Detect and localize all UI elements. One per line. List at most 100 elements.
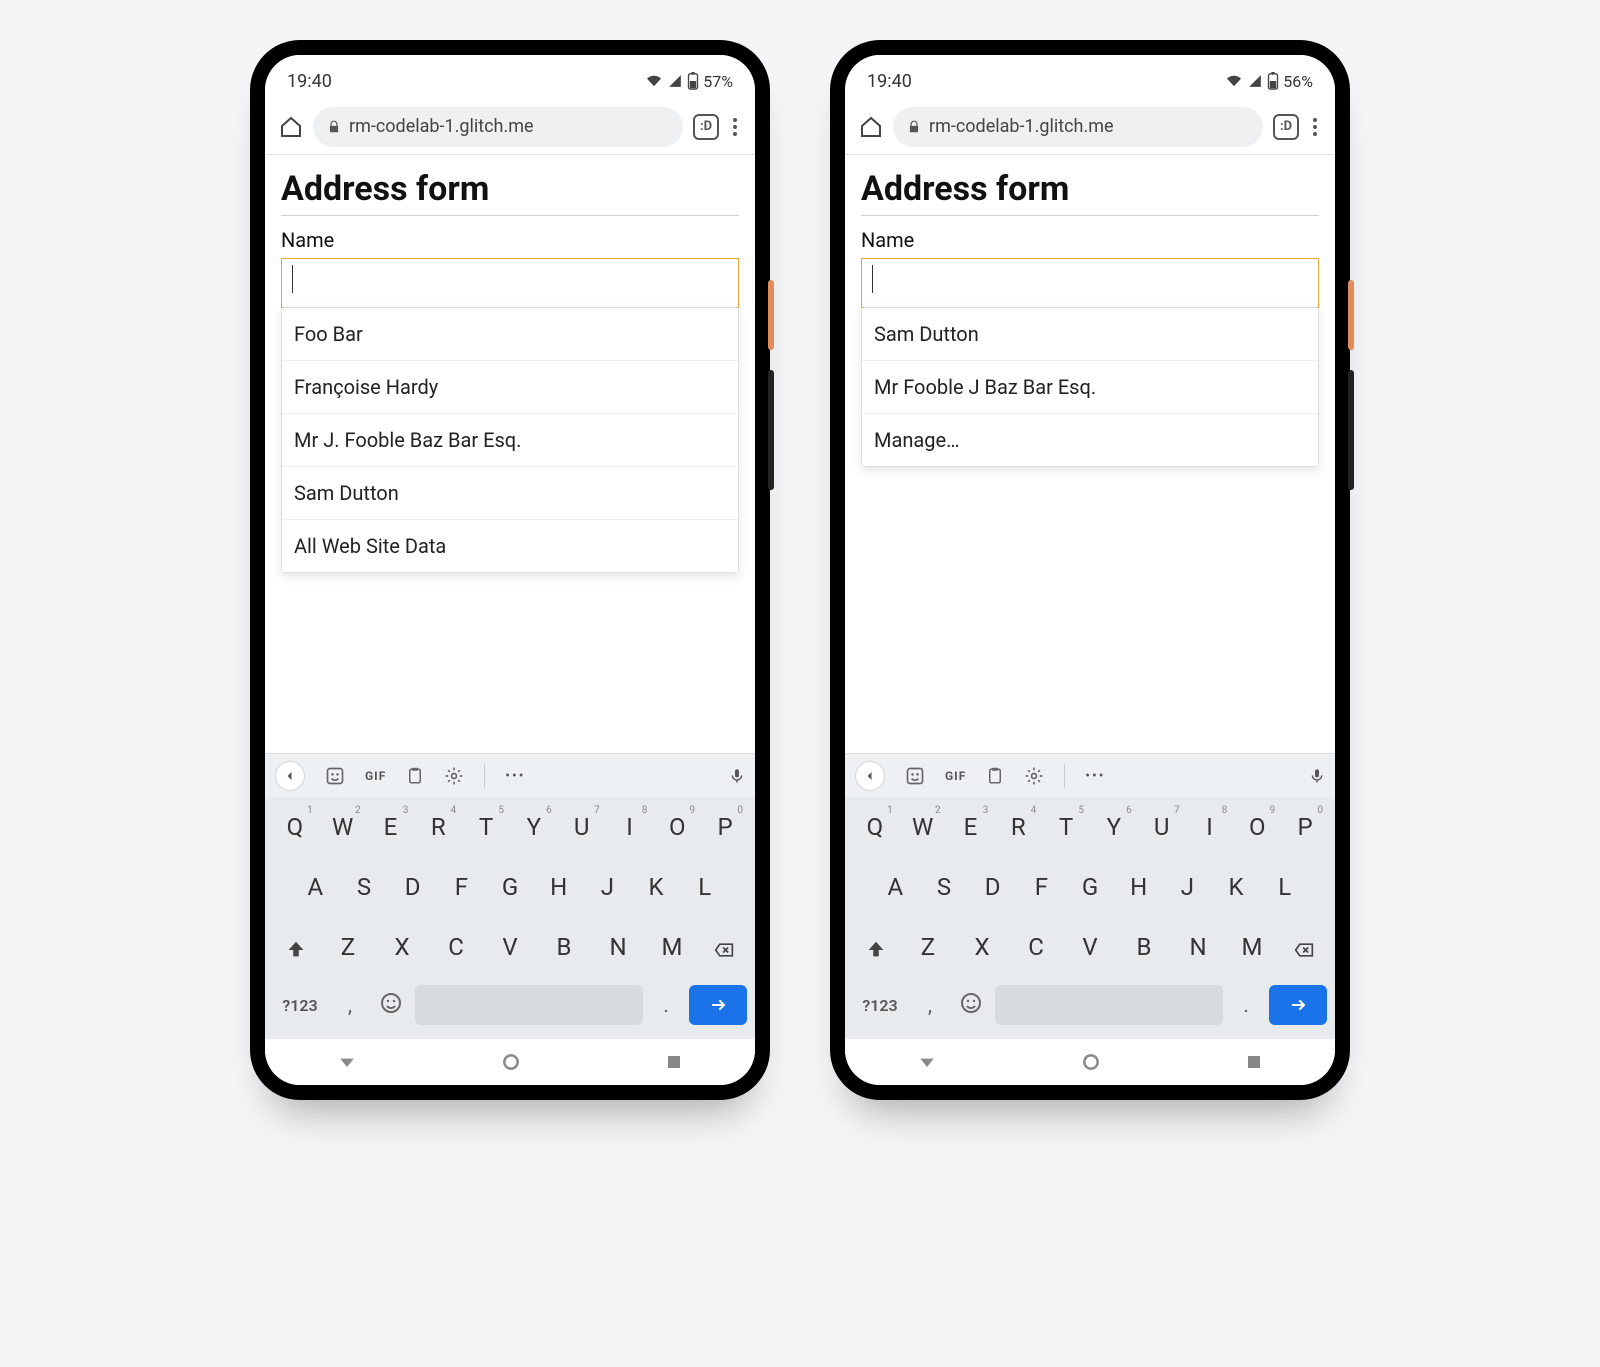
gif-button[interactable]: GIF: [365, 769, 386, 783]
recent-nav-icon[interactable]: [665, 1053, 683, 1071]
menu-icon[interactable]: [729, 114, 741, 140]
key-v[interactable]: V: [1063, 923, 1117, 977]
key-c[interactable]: C: [1009, 923, 1063, 977]
more-icon[interactable]: •••: [1085, 768, 1105, 784]
autofill-option[interactable]: Sam Dutton: [862, 308, 1318, 361]
key-i[interactable]: I8: [606, 803, 654, 857]
volume-button[interactable]: [768, 370, 774, 490]
key-b[interactable]: B: [1117, 923, 1171, 977]
clipboard-icon[interactable]: [406, 766, 424, 786]
key-k[interactable]: K: [1212, 863, 1261, 917]
sticker-icon[interactable]: [905, 766, 925, 786]
url-bar[interactable]: rm-codelab-1.glitch.me: [313, 107, 683, 147]
key-y[interactable]: Y6: [510, 803, 558, 857]
key-m[interactable]: M: [645, 923, 699, 977]
collapse-icon[interactable]: [855, 761, 885, 791]
shift-key[interactable]: [271, 939, 321, 961]
symbols-key[interactable]: ?123: [853, 984, 907, 1027]
mic-icon[interactable]: [1309, 766, 1325, 786]
recent-nav-icon[interactable]: [1245, 1053, 1263, 1071]
power-button[interactable]: [768, 280, 774, 350]
key-n[interactable]: N: [591, 923, 645, 977]
key-c[interactable]: C: [429, 923, 483, 977]
gear-icon[interactable]: [444, 766, 464, 786]
key-a[interactable]: A: [871, 863, 920, 917]
key-u[interactable]: U7: [1138, 803, 1186, 857]
comma-key[interactable]: ,: [333, 981, 367, 1029]
key-w[interactable]: W2: [319, 803, 367, 857]
sticker-icon[interactable]: [325, 766, 345, 786]
autofill-option[interactable]: Sam Dutton: [282, 467, 738, 520]
key-d[interactable]: D: [968, 863, 1017, 917]
key-g[interactable]: G: [486, 863, 535, 917]
autofill-option[interactable]: Françoise Hardy: [282, 361, 738, 414]
key-g[interactable]: G: [1066, 863, 1115, 917]
backspace-key[interactable]: [699, 940, 749, 960]
period-key[interactable]: .: [649, 981, 683, 1029]
symbols-key[interactable]: ?123: [273, 984, 327, 1027]
tabs-button[interactable]: :D: [693, 114, 719, 140]
shift-key[interactable]: [851, 939, 901, 961]
key-f[interactable]: F: [1017, 863, 1066, 917]
key-v[interactable]: V: [483, 923, 537, 977]
autofill-option[interactable]: Foo Bar: [282, 308, 738, 361]
emoji-key[interactable]: [373, 991, 409, 1019]
key-z[interactable]: Z: [321, 923, 375, 977]
mic-icon[interactable]: [729, 766, 745, 786]
key-i[interactable]: I8: [1186, 803, 1234, 857]
home-nav-icon[interactable]: [1081, 1052, 1101, 1072]
collapse-icon[interactable]: [275, 761, 305, 791]
key-n[interactable]: N: [1171, 923, 1225, 977]
name-input[interactable]: [861, 258, 1319, 308]
key-q[interactable]: Q1: [271, 803, 319, 857]
enter-key[interactable]: [689, 985, 747, 1025]
menu-icon[interactable]: [1309, 114, 1321, 140]
home-icon[interactable]: [859, 115, 883, 139]
key-r[interactable]: R4: [414, 803, 462, 857]
key-d[interactable]: D: [388, 863, 437, 917]
more-icon[interactable]: •••: [505, 768, 525, 784]
emoji-key[interactable]: [953, 991, 989, 1019]
key-y[interactable]: Y6: [1090, 803, 1138, 857]
key-a[interactable]: A: [291, 863, 340, 917]
key-q[interactable]: Q1: [851, 803, 899, 857]
comma-key[interactable]: ,: [913, 981, 947, 1029]
home-icon[interactable]: [279, 115, 303, 139]
power-button[interactable]: [1348, 280, 1354, 350]
key-e[interactable]: E3: [947, 803, 995, 857]
back-nav-icon[interactable]: [917, 1052, 937, 1072]
key-f[interactable]: F: [437, 863, 486, 917]
autofill-option[interactable]: All Web Site Data: [282, 520, 738, 572]
key-h[interactable]: H: [1114, 863, 1163, 917]
autofill-option[interactable]: Mr Fooble J Baz Bar Esq.: [862, 361, 1318, 414]
volume-button[interactable]: [1348, 370, 1354, 490]
key-j[interactable]: J: [583, 863, 632, 917]
space-key[interactable]: [995, 985, 1223, 1025]
tabs-button[interactable]: :D: [1273, 114, 1299, 140]
name-input[interactable]: [281, 258, 739, 308]
key-x[interactable]: X: [375, 923, 429, 977]
key-t[interactable]: T5: [462, 803, 510, 857]
key-w[interactable]: W2: [899, 803, 947, 857]
key-k[interactable]: K: [632, 863, 681, 917]
key-x[interactable]: X: [955, 923, 1009, 977]
key-h[interactable]: H: [534, 863, 583, 917]
key-m[interactable]: M: [1225, 923, 1279, 977]
back-nav-icon[interactable]: [337, 1052, 357, 1072]
period-key[interactable]: .: [1229, 981, 1263, 1029]
key-t[interactable]: T5: [1042, 803, 1090, 857]
key-p[interactable]: P0: [701, 803, 749, 857]
key-z[interactable]: Z: [901, 923, 955, 977]
key-u[interactable]: U7: [558, 803, 606, 857]
key-o[interactable]: O9: [653, 803, 701, 857]
gear-icon[interactable]: [1024, 766, 1044, 786]
key-s[interactable]: S: [340, 863, 389, 917]
key-p[interactable]: P0: [1281, 803, 1329, 857]
clipboard-icon[interactable]: [986, 766, 1004, 786]
autofill-option[interactable]: Manage…: [862, 414, 1318, 466]
backspace-key[interactable]: [1279, 940, 1329, 960]
url-bar[interactable]: rm-codelab-1.glitch.me: [893, 107, 1263, 147]
home-nav-icon[interactable]: [501, 1052, 521, 1072]
key-o[interactable]: O9: [1233, 803, 1281, 857]
key-l[interactable]: L: [1260, 863, 1309, 917]
